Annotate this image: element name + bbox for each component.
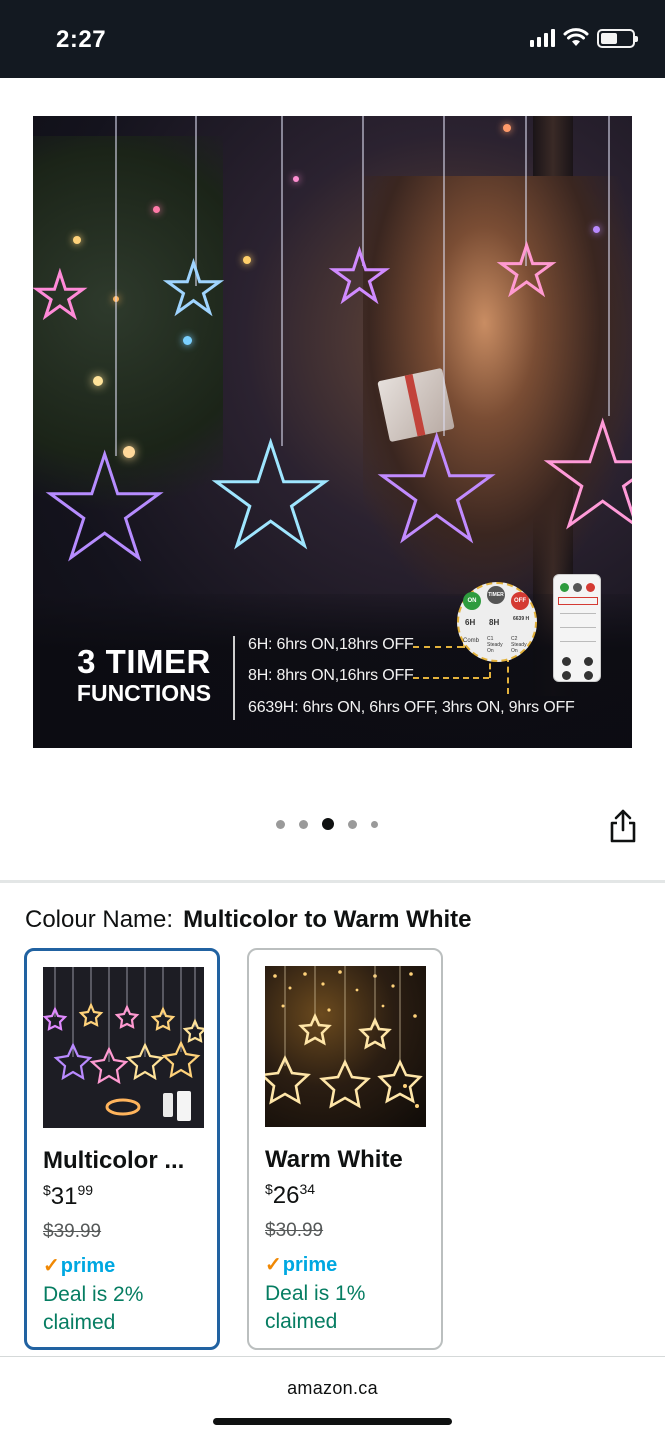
remote-8h: 8H	[489, 618, 500, 627]
remote-comb: Comb	[463, 638, 480, 644]
swatch-name: Multicolor ...	[43, 1147, 185, 1174]
timer-title: 3 TIMER FUNCTIONS	[73, 643, 215, 707]
pager-dot[interactable]	[371, 820, 378, 828]
pager-dot[interactable]	[348, 819, 357, 829]
status-time: 2:27	[56, 26, 107, 53]
prime-label: prime	[282, 1254, 338, 1276]
divider	[233, 636, 235, 720]
timer-line-6h: 6H: 6hrs ON,18hrs OFF	[248, 636, 414, 653]
section-divider	[0, 880, 665, 883]
swatch-card-multicolor[interactable]: Multicolor ... $3199 $39.99 ✓prime Deal …	[24, 948, 220, 1350]
star-light-icon: ★	[371, 408, 501, 573]
deal-claimed: Deal is 2% claimed	[43, 1283, 144, 1334]
timer-title-big: 3 TIMER	[77, 643, 211, 680]
remote-c2: C2 Steady On	[511, 636, 527, 654]
prime-check-icon: ✓	[265, 1254, 282, 1276]
remote-off-button: OFF	[511, 592, 529, 610]
star-light-icon: ★	[33, 261, 88, 331]
pager-dot[interactable]	[276, 819, 285, 829]
remote-on-button: ON	[463, 592, 481, 610]
timer-line-6639h: 6639H: 6hrs ON, 6hrs OFF, 3hrs ON, 9hrs …	[248, 699, 575, 716]
colour-value: Multicolor to Warm White	[183, 906, 472, 933]
star-light-icon: ★	[495, 232, 557, 309]
list-price: $30.99	[265, 1220, 324, 1241]
remote-closeup: ON TIMER OFF 6H 8H 6639 H Comb C1 Steady…	[457, 582, 537, 662]
pager-dot[interactable]	[299, 819, 308, 829]
price-whole: 31	[50, 1183, 78, 1210]
swatch-price: $3199	[43, 1182, 94, 1211]
remote-c1: C1 Steady On	[487, 636, 503, 654]
prime-check-icon: ✓	[43, 1255, 60, 1277]
colour-name-row: Colour Name: Multicolor to Warm White	[25, 906, 471, 934]
timer-title-small: FUNCTIONS	[76, 680, 212, 706]
remote-timer-button: TIMER	[487, 586, 505, 604]
home-indicator[interactable]	[213, 1418, 452, 1425]
remote-6639h: 6639 H	[513, 616, 530, 622]
price-whole: 26	[272, 1182, 300, 1209]
share-icon[interactable]	[608, 808, 638, 844]
price-symbol: $	[265, 1181, 273, 1197]
status-bar: 2:27	[0, 0, 665, 78]
star-light-icon: ★	[39, 426, 169, 591]
swatch-thumbnail	[265, 966, 426, 1127]
star-light-icon: ★	[162, 250, 226, 329]
prime-badge: ✓prime	[265, 1252, 337, 1277]
list-price: $39.99	[43, 1221, 102, 1242]
price-cents: 34	[299, 1181, 316, 1197]
wifi-icon	[563, 28, 589, 46]
swatch-card-warm-white[interactable]: Warm White $2634 $30.99 ✓prime Deal is 1…	[247, 948, 443, 1350]
pager-dot-active[interactable]	[322, 818, 334, 830]
price-cents: 99	[77, 1182, 94, 1198]
price-symbol: $	[43, 1182, 51, 1198]
prime-label: prime	[60, 1255, 116, 1277]
cellular-signal-icon	[530, 29, 555, 47]
prime-badge: ✓prime	[43, 1253, 115, 1278]
colour-label: Colour Name:	[25, 906, 174, 933]
star-light-icon: ★	[537, 394, 632, 559]
remote-6h: 6H	[465, 618, 476, 627]
star-light-icon: ★	[205, 414, 335, 579]
status-icons	[530, 28, 638, 48]
browser-bar-divider	[0, 1356, 665, 1357]
battery-icon	[597, 28, 638, 48]
product-image[interactable]: ★ ★ ★ ★ ★ ★ ★ ★ 3 TIMER FUNCTIONS 6H: 6h…	[33, 116, 632, 748]
image-pager[interactable]	[276, 818, 378, 830]
star-light-icon: ★	[328, 238, 392, 317]
swatch-name: Warm White	[265, 1146, 403, 1173]
deal-claimed: Deal is 1% claimed	[265, 1282, 366, 1333]
timer-line-8h: 8H: 8hrs ON,16hrs OFF	[248, 667, 414, 684]
remote-control-icon	[553, 574, 601, 682]
swatch-thumbnail	[43, 967, 204, 1128]
swatch-price: $2634	[265, 1181, 316, 1210]
url-domain[interactable]: amazon.ca	[0, 1378, 665, 1399]
